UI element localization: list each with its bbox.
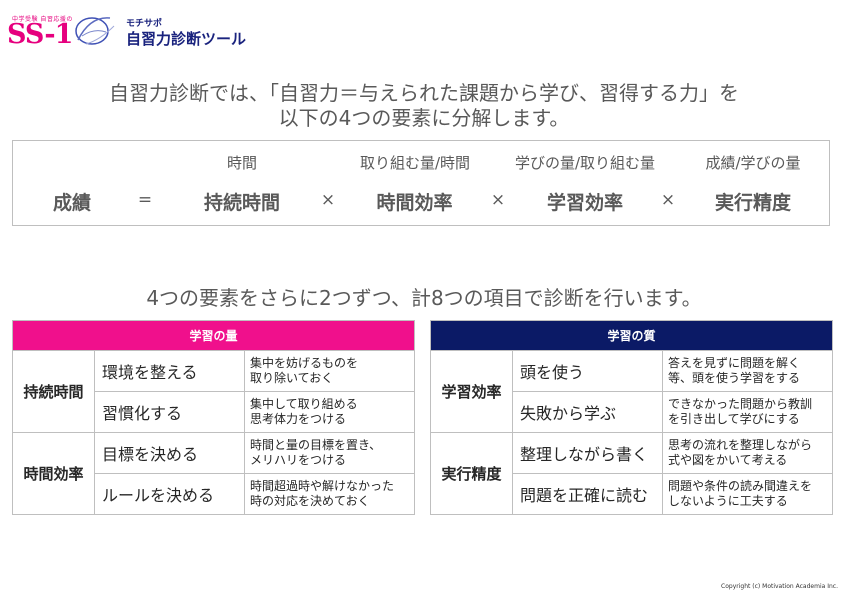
formula-factor-execution-accuracy: 実行精度: [714, 192, 791, 214]
item-description: 集中を妨げるものを 取り除いておく: [243, 350, 416, 392]
item-description: 集中して取り組める 思考体力をつける: [243, 391, 416, 433]
category-time-efficiency: 時間効率: [12, 432, 95, 515]
copyright-text: Copyright (c) Motivation Academia Inc.: [721, 583, 838, 590]
item-description: 時間超過時や解けなかった 時の対応を決めておく: [243, 473, 416, 515]
category-execution-accuracy: 実行精度: [430, 432, 513, 515]
formula-times-1: ×: [320, 190, 336, 210]
formula-factor-time-efficiency: 時間効率: [376, 192, 453, 214]
item-label: 失敗から学ぶ: [512, 391, 663, 433]
item-description: 答えを見ずに問題を解く 等、頭を使う学習をする: [661, 350, 834, 392]
quality-table: 学習の質 学習効率 頭を使う 答えを見ずに問題を解く 等、頭を使う学習をする 失…: [429, 320, 834, 515]
category-duration: 持続時間: [12, 350, 95, 433]
formula-factor-duration: 持続時間: [203, 192, 280, 214]
table-row: 学習効率 頭を使う 答えを見ずに問題を解く 等、頭を使う学習をする: [430, 350, 834, 433]
table-row: 時間効率 目標を決める 時間と量の目標を置き、 メリハリをつける: [12, 432, 416, 515]
table-row: 持続時間 環境を整える 集中を妨げるものを 取り除いておく: [12, 350, 416, 433]
formula-label-score-per-learning: 成績/学びの量: [705, 154, 801, 172]
item-description: 思考の流れを整理しながら 式や図をかいて考える: [661, 432, 834, 474]
item-label: ルールを決める: [94, 473, 245, 515]
item-description: できなかった問題から教訓 を引き出して学びにする: [661, 391, 834, 433]
formula-times-3: ×: [660, 190, 676, 210]
formula-times-2: ×: [490, 190, 506, 210]
item-label: 整理しながら書く: [512, 432, 663, 474]
intro-line-2: 以下の4つの要素に分解します。: [278, 106, 570, 130]
item-label: 習慣化する: [94, 391, 245, 433]
formula-label-learning-per-amount: 学びの量/取り組む量: [514, 154, 656, 172]
formula-label-time: 時間: [226, 154, 257, 172]
item-description: 時間と量の目標を置き、 メリハリをつける: [243, 432, 416, 474]
formula-equals: =: [137, 190, 153, 210]
formula-factor-learning-efficiency: 学習効率: [546, 192, 623, 214]
category-learning-efficiency: 学習効率: [430, 350, 513, 433]
item-label: 問題を正確に読む: [512, 473, 663, 515]
table-row: 実行精度 整理しながら書く 思考の流れを整理しながら 式や図をかいて考える: [430, 432, 834, 515]
tool-title: 自習力診断ツール: [126, 30, 247, 48]
brand-logo: SS-1: [7, 19, 73, 50]
item-label: 環境を整える: [94, 350, 245, 392]
quantity-table-header: 学習の量: [11, 320, 416, 351]
formula-result: 成績: [52, 192, 91, 214]
item-label: 頭を使う: [512, 350, 663, 392]
diagnosis-intro: 4つの要素をさらに2つずつ、計8つの項目で診断を行います。: [146, 286, 702, 310]
quantity-table: 学習の量 持続時間 環境を整える 集中を妨げるものを 取り除いておく 習慣化する…: [11, 320, 416, 515]
brand-emblem-icon: [70, 10, 118, 50]
formula-label-amount-per-time: 取り組む量/時間: [359, 154, 471, 172]
item-label: 目標を決める: [94, 432, 245, 474]
quality-table-header: 学習の質: [429, 320, 834, 351]
item-description: 問題や条件の読み間違えを しないように工夫する: [661, 473, 834, 515]
